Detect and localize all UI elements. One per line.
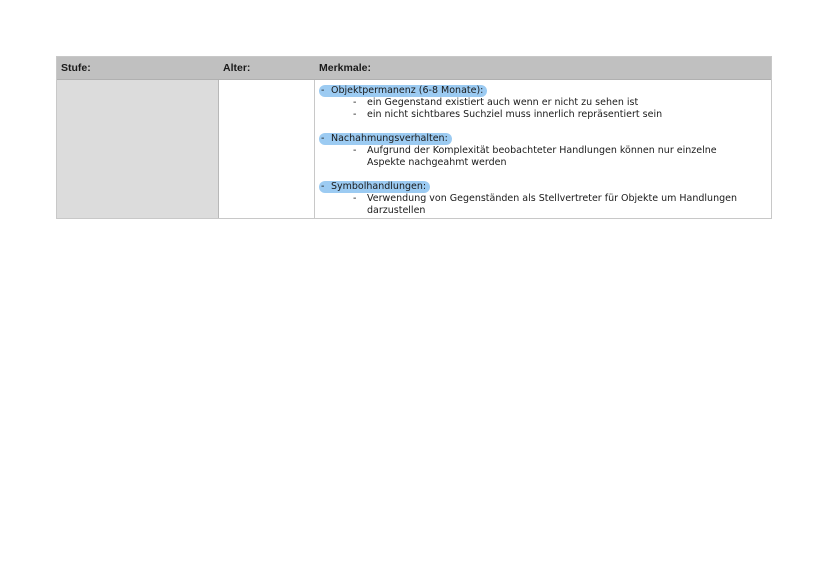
section-title: Objektpermanenz (6-8 Monate):	[331, 85, 484, 96]
cell-stufe	[57, 80, 219, 218]
list-item: - ein Gegenstand existiert auch wenn er …	[353, 97, 771, 109]
list-item: - Verwendung von Gegenständen als Stellv…	[353, 193, 771, 217]
header-merkmale: Merkmale:	[319, 62, 371, 74]
bullet-dash: -	[321, 181, 325, 192]
bullet-dash: -	[353, 109, 357, 120]
list-item-text: Verwendung von Gegenständen als Stellver…	[367, 193, 737, 216]
list-item-text: Aufgrund der Komplexität beobachteter Ha…	[367, 145, 717, 168]
development-table: Stufe: Alter: Merkmale: - Objektpermanenz…	[56, 56, 772, 219]
table-row: - Objektpermanenz (6-8 Monate): - ein Geg…	[57, 80, 771, 218]
cell-alter	[219, 80, 315, 218]
highlighted-heading: - Symbolhandlungen:	[319, 181, 431, 193]
list-item: - Aufgrund der Komplexität beobachteter …	[353, 145, 771, 169]
header-stufe: Stufe:	[61, 62, 91, 74]
list-item-text: ein Gegenstand existiert auch wenn er ni…	[367, 97, 639, 108]
highlighted-heading: - Nachahmungsverhalten:	[319, 133, 452, 145]
bullet-dash: -	[353, 193, 357, 204]
cell-merkmale: - Objektpermanenz (6-8 Monate): - ein Geg…	[315, 80, 771, 218]
section-symbolhandlungen: - Symbolhandlungen: - Verwendung von Gege…	[319, 181, 771, 217]
bullet-dash: -	[353, 145, 357, 156]
section-title: Symbolhandlungen:	[331, 181, 427, 192]
bullet-dash: -	[321, 133, 325, 144]
bullet-dash: -	[353, 97, 357, 108]
list-item: - ein nicht sichtbares Suchziel muss inn…	[353, 109, 771, 121]
list-item-text: ein nicht sichtbares Suchziel muss inner…	[367, 109, 663, 120]
table-header-row: Stufe: Alter: Merkmale:	[57, 57, 771, 80]
highlighted-heading: - Objektpermanenz (6-8 Monate):	[319, 85, 488, 97]
section-title: Nachahmungsverhalten:	[331, 133, 448, 144]
section-objektpermanenz: - Objektpermanenz (6-8 Monate): - ein Geg…	[319, 85, 771, 121]
bullet-dash: -	[321, 85, 325, 96]
section-nachahmungsverhalten: - Nachahmungsverhalten: - Aufgrund der Ko…	[319, 133, 771, 169]
header-alter: Alter:	[223, 62, 251, 74]
